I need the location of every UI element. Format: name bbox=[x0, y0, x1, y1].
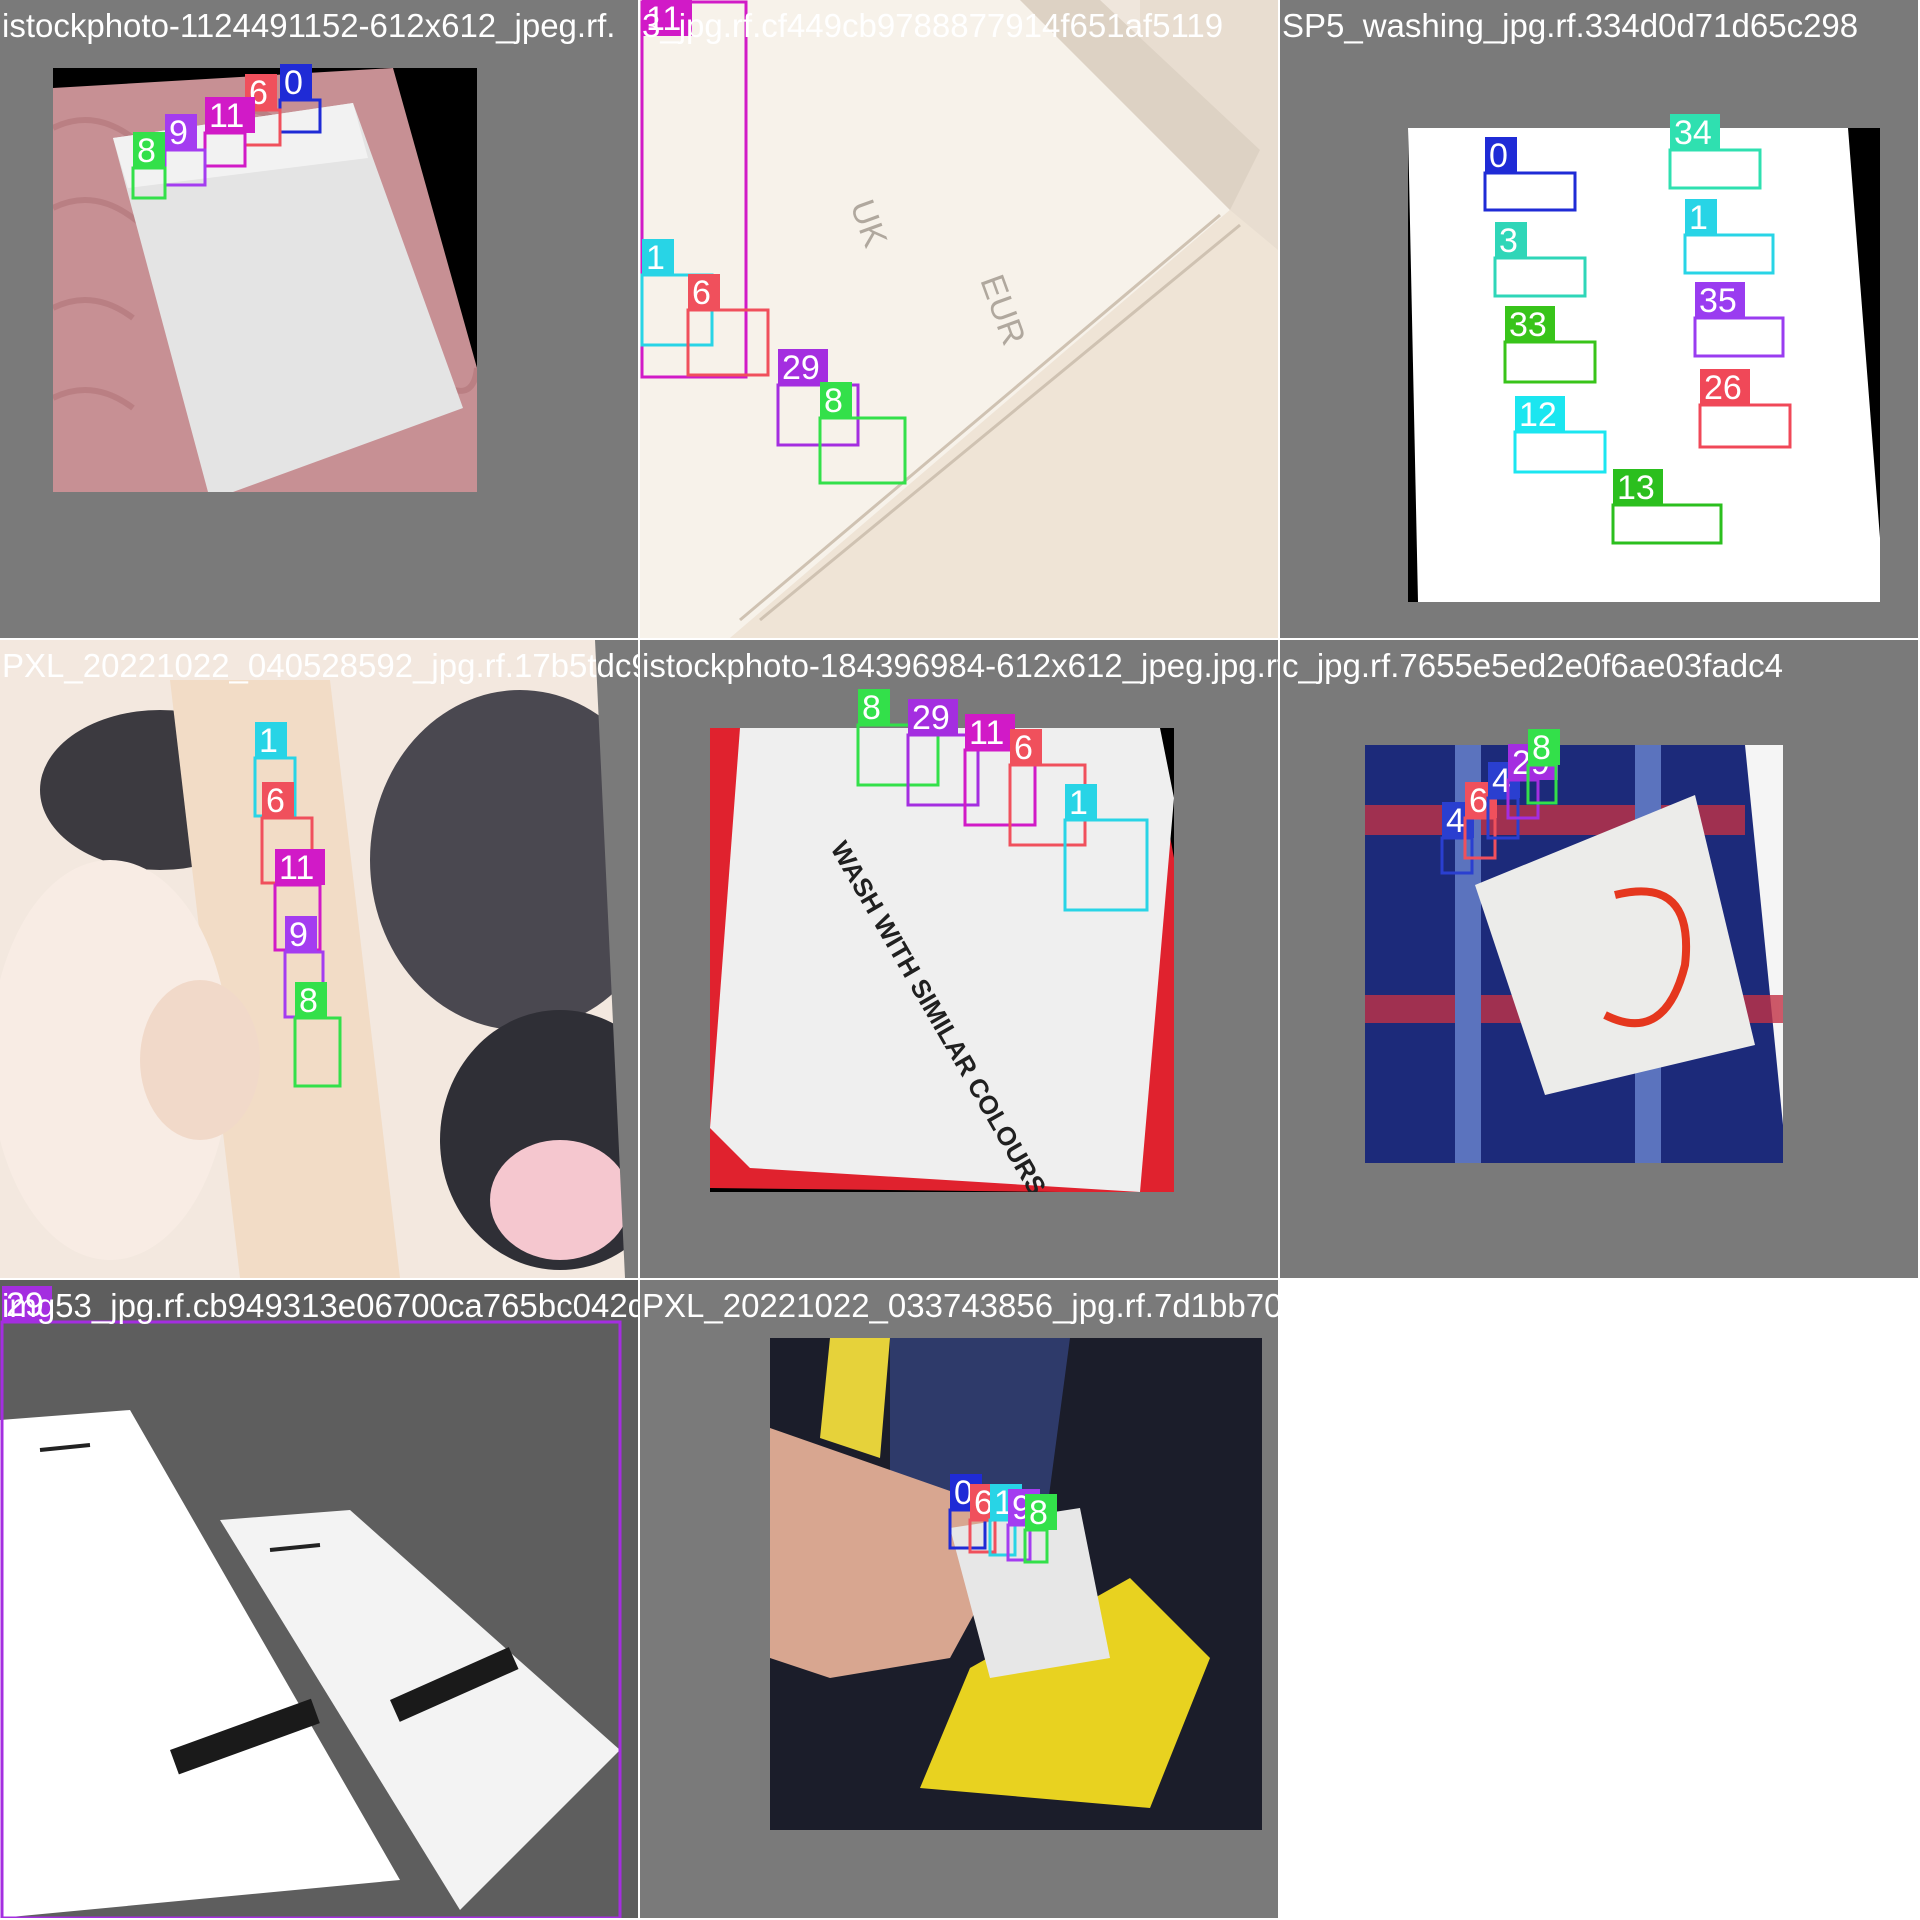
tile-filename: SP5_washing_jpg.rf.334d0d71d65c298 bbox=[1282, 7, 1859, 44]
mosaic-tile-7: img53_jpg.rf.cb949313e06700ca765bc042d5 … bbox=[0, 1280, 638, 1918]
detection-class-label: 8 bbox=[137, 132, 156, 170]
detection-rect bbox=[1683, 233, 1775, 275]
detection-rect bbox=[1503, 340, 1597, 384]
mosaic-tile-3: SP5_washing_jpg.rf.334d0d71d65c298 0 34 1 3… bbox=[1280, 0, 1918, 638]
detection-rect bbox=[293, 1016, 342, 1088]
detection-box-class-13: 13 bbox=[1611, 469, 1723, 545]
detection-rect bbox=[0, 1320, 622, 1918]
mosaic-tile-2: UK EUR 3_jpg.rf.cf449cb9788877914f651af5… bbox=[640, 0, 1278, 638]
detection-class-label: 8 bbox=[1029, 1494, 1048, 1532]
detection-class-label: 12 bbox=[1519, 396, 1557, 434]
detection-overlay: 034133533261213 bbox=[1483, 114, 1792, 545]
detection-rect bbox=[818, 416, 907, 485]
detection-box-class-0: 0 bbox=[278, 64, 322, 134]
detection-overlay: 8 29 11 61 bbox=[856, 689, 1149, 912]
detection-overlay: 29 bbox=[0, 1286, 622, 1918]
detection-class-label: 1 bbox=[259, 722, 278, 760]
mosaic-tile-empty bbox=[1280, 1280, 1918, 1918]
detection-rect bbox=[278, 98, 322, 134]
detection-class-label: 6 bbox=[1469, 782, 1488, 820]
detection-class-label: 1 bbox=[1069, 784, 1088, 822]
detection-rect bbox=[1693, 316, 1785, 358]
detection-box-class-8: 8 bbox=[131, 132, 167, 200]
detection-class-label: 6 bbox=[692, 274, 711, 312]
detection-class-label: 26 bbox=[1704, 369, 1742, 407]
mosaic-tile-1: istockphoto-1124491152-612x612_jpeg.rf. … bbox=[0, 0, 638, 638]
detection-rect bbox=[1513, 430, 1607, 474]
detection-class-label: 8 bbox=[1532, 729, 1551, 767]
detection-class-label: 0 bbox=[284, 64, 303, 102]
detection-box-class-12: 12 bbox=[1513, 396, 1607, 474]
detection-box-class-9: 9 bbox=[163, 114, 207, 187]
tile-filename: c_jpg.rf.7655e5ed2e0f6ae03fadc4 bbox=[1282, 647, 1783, 684]
mosaic-grid: istockphoto-1124491152-612x612_jpeg.rf. … bbox=[0, 0, 1920, 1920]
detection-class-label: 11 bbox=[279, 849, 314, 887]
detection-rect bbox=[131, 166, 167, 200]
detection-class-label: 29 bbox=[782, 349, 820, 387]
tile-filename: PXL_20221022_040528592_jpg.rf.17b5tdc9fd bbox=[2, 647, 638, 684]
detection-class-label: 1 bbox=[646, 239, 665, 277]
detection-rect bbox=[640, 0, 748, 379]
detection-box-class-26: 26 bbox=[1698, 369, 1792, 449]
detection-class-label: 29 bbox=[912, 699, 950, 737]
detection-box-class-8: 8 bbox=[818, 382, 907, 485]
detection-class-label: 4 bbox=[1446, 802, 1465, 840]
detection-rect bbox=[1063, 818, 1149, 912]
tile-filename: istockphoto-1124491152-612x612_jpeg.rf. bbox=[2, 7, 616, 44]
tile-filename: img53_jpg.rf.cb949313e06700ca765bc042d5 bbox=[2, 1287, 638, 1324]
tile-filename: 3_jpg.rf.cf449cb9788877914f651af5119 bbox=[642, 7, 1224, 44]
detection-box-class-0: 0 bbox=[1483, 137, 1577, 212]
detection-class-label: 9 bbox=[169, 114, 188, 152]
mosaic-tile-5: WASH WITH SIMILAR COLOURS, istockphoto-1… bbox=[640, 640, 1278, 1278]
detection-rect bbox=[1023, 1528, 1049, 1564]
detection-class-label: 8 bbox=[299, 982, 318, 1020]
detection-box-class-3: 3 bbox=[1493, 222, 1587, 298]
detection-rect bbox=[1483, 171, 1577, 212]
detection-class-label: 34 bbox=[1674, 114, 1712, 152]
detection-overlay: 1116 298 bbox=[640, 0, 907, 485]
detection-rect bbox=[1611, 503, 1723, 545]
detection-rect bbox=[203, 131, 247, 168]
detection-box-class-8: 8 bbox=[1526, 729, 1560, 805]
detection-box-class-1: 1 bbox=[1683, 199, 1775, 275]
detection-class-label: 33 bbox=[1509, 306, 1547, 344]
detection-box-class-34: 34 bbox=[1668, 114, 1762, 190]
detection-rect bbox=[1698, 403, 1792, 449]
detection-overlay: 1 6 11 9 8 bbox=[253, 722, 342, 1088]
tile-filename: istockphoto-184396984-612x612_jpeg.jpg.r… bbox=[642, 647, 1278, 684]
detection-class-label: 13 bbox=[1617, 469, 1655, 507]
detection-class-label: 6 bbox=[266, 782, 285, 820]
detection-class-label: 9 bbox=[289, 916, 308, 954]
detection-class-label: 8 bbox=[862, 689, 881, 727]
tile-filename: PXL_20221022_033743856_jpg.rf.7d1bb709ad bbox=[642, 1287, 1278, 1324]
detection-class-label: 35 bbox=[1699, 282, 1737, 320]
detection-overlay: 0 6 1 98 bbox=[948, 1474, 1057, 1564]
mosaic-tile-6: c_jpg.rf.7655e5ed2e0f6ae03fadc4 464298 bbox=[1280, 640, 1918, 1278]
detection-class-label: 6 bbox=[1014, 729, 1033, 767]
detection-overlay: 464298 bbox=[1440, 729, 1560, 875]
detection-box-class-29: 29 bbox=[0, 1286, 622, 1918]
detection-rect bbox=[163, 148, 207, 187]
detection-class-label: 11 bbox=[209, 97, 244, 135]
mosaic-tile-4: PXL_20221022_040528592_jpg.rf.17b5tdc9fd… bbox=[0, 640, 638, 1278]
detection-class-label: 0 bbox=[1489, 137, 1508, 175]
detection-box-class-33: 33 bbox=[1503, 306, 1597, 384]
detection-box-class-11: 11 bbox=[203, 97, 255, 168]
detection-box-class-8: 8 bbox=[293, 982, 342, 1088]
detection-class-label: 1 bbox=[1689, 199, 1708, 237]
detection-box-class-1: 1 bbox=[1063, 784, 1149, 912]
detection-rect bbox=[1668, 148, 1762, 190]
detection-box-class-35: 35 bbox=[1693, 282, 1785, 358]
mosaic-tile-8: PXL_20221022_033743856_jpg.rf.7d1bb709ad… bbox=[640, 1280, 1278, 1918]
detection-rect bbox=[1493, 256, 1587, 298]
detection-rect bbox=[1440, 836, 1474, 875]
detection-class-label: 8 bbox=[824, 382, 843, 420]
detection-box-class-6: 6 bbox=[686, 274, 770, 377]
detection-box-class-11: 11 bbox=[640, 0, 748, 379]
detection-rect bbox=[686, 308, 770, 377]
detection-class-label: 11 bbox=[969, 714, 1004, 752]
detection-class-label: 3 bbox=[1499, 222, 1518, 260]
detection-overlay: 061198 bbox=[131, 64, 322, 200]
